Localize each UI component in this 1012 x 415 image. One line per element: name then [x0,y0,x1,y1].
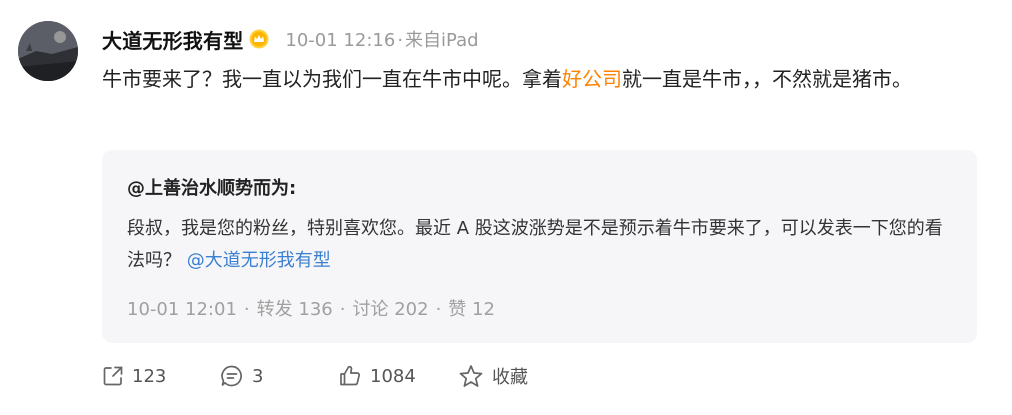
repost-text: 段叔，我是您的粉丝，特别喜欢您。最近 A 股这波涨势是不是预示着牛市要来了，可以… [127,213,957,277]
meta-dot: · [339,299,346,320]
favorite-label: 收藏 [492,367,528,388]
thumbs-up-icon [338,364,362,388]
comment-icon [220,364,244,388]
repost-meta: 10-01 12:01 · 转发 136 · 讨论 202 · 赞 12 [127,295,495,321]
repost-like-label: 赞 [448,299,467,320]
like-button[interactable]: 1084 [338,364,458,388]
post-source: iPad [441,30,479,51]
repost-box[interactable]: @上善治水顺势而为: 段叔，我是您的粉丝，特别喜欢您。最近 A 股这波涨势是不是… [102,150,977,343]
favorite-button[interactable]: 收藏 [458,363,528,389]
repost-comment-count: 202 [394,299,429,320]
repost-time[interactable]: 10-01 12:01 [127,299,237,320]
repost-comment-label: 讨论 [352,299,389,320]
post-time[interactable]: 10-01 12:16 [285,30,395,51]
repost-like-count: 12 [472,299,495,320]
avatar[interactable] [18,21,78,81]
author-name[interactable]: 大道无形我有型 [102,25,243,54]
source-prefix: 来自 [405,30,442,51]
comment-count: 3 [252,365,264,387]
keyword-link[interactable]: 好公司 [562,67,622,91]
forward-count: 123 [132,365,167,387]
repost-forward[interactable]: 转发 136 [257,299,333,320]
post-text: 牛市要来了？我一直以为我们一直在牛市中呢。拿着好公司就一直是牛市，，不然就是猪市… [102,63,987,95]
forward-button[interactable]: 123 [102,365,220,387]
repost-forward-count: 136 [298,299,333,320]
repost-forward-label: 转发 [256,299,293,320]
comment-button[interactable]: 3 [220,364,338,388]
vip-crown-icon[interactable] [249,29,269,49]
avatar-image [18,21,78,81]
post-text-after: 就一直是牛市，，不然就是猪市。 [622,67,912,91]
post-meta: 10-01 12:16 · 来自iPad [285,26,478,52]
repost-author-name[interactable]: @上善治水顺势而为 [127,178,289,199]
repost-author: @上善治水顺势而为: [127,174,296,200]
post-header: 大道无形我有型 10-01 12:16 · 来自iPad [102,24,479,54]
meta-dot: · [435,299,442,320]
mention-link[interactable]: @大道无形我有型 [187,250,331,271]
repost-comment[interactable]: 讨论 202 [352,299,428,320]
star-icon [458,364,484,388]
meta-dot: · [243,299,250,320]
post-text-before: 牛市要来了？我一直以为我们一直在牛市中呢。拿着 [102,67,562,91]
like-count: 1084 [370,365,416,387]
action-bar: 123 3 1084 收藏 [102,358,528,394]
meta-dot: · [397,30,404,51]
repost-author-colon: : [289,178,297,199]
forward-icon [102,365,124,387]
repost-like[interactable]: 赞 12 [448,299,495,320]
weibo-post-card: 大道无形我有型 10-01 12:16 · 来自iPad 牛市要来了？我一直以为我们… [0,0,1012,415]
